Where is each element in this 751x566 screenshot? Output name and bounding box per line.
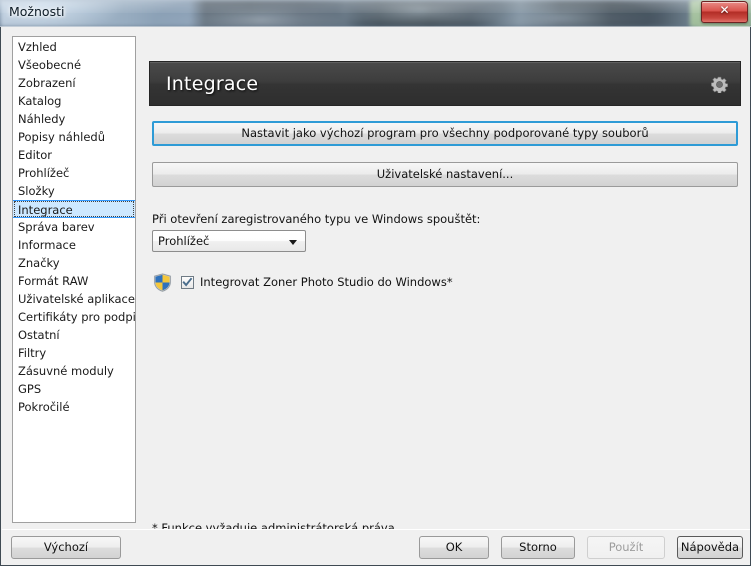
sidebar-item-prohlizec[interactable]: Prohlížeč: [13, 164, 135, 182]
sidebar-item-integrace[interactable]: Integrace: [13, 200, 135, 218]
panel-header: Integrace: [149, 61, 741, 106]
integrate-checkbox[interactable]: [181, 275, 194, 289]
sidebar-item-popisy-nahledu[interactable]: Popisy náhledů: [13, 128, 135, 146]
sidebar-item-informace[interactable]: Informace: [13, 236, 135, 254]
open-registered-type-label: Při otevření zaregistrovaného typu ve Wi…: [152, 212, 481, 226]
settings-category-list[interactable]: Vzhled Všeobecné Zobrazení Katalog Náhle…: [12, 36, 136, 523]
title-bar-sheen: [0, 0, 751, 13]
sidebar-item-vseobecne[interactable]: Všeobecné: [13, 56, 135, 74]
sidebar-item-uzivatelske-aplikace[interactable]: Uživatelské aplikace: [13, 290, 135, 308]
sidebar-item-certifikaty-pro-podpis[interactable]: Certifikáty pro podpis: [13, 308, 135, 326]
sidebar-item-zobrazeni[interactable]: Zobrazení: [13, 74, 135, 92]
sidebar-item-format-raw[interactable]: Formát RAW: [13, 272, 135, 290]
gear-icon[interactable]: [711, 76, 728, 94]
sidebar-item-pokrocile[interactable]: Pokročilé: [13, 398, 135, 416]
uac-shield-icon: [153, 272, 172, 292]
defaults-button[interactable]: Výchozí: [11, 536, 121, 559]
sidebar-item-gps[interactable]: GPS: [13, 380, 135, 398]
sidebar-item-zasuvne-moduly[interactable]: Zásuvné moduly: [13, 362, 135, 380]
dialog-body: Vzhled Všeobecné Zobrazení Katalog Náhle…: [0, 27, 751, 566]
ok-button[interactable]: OK: [419, 536, 489, 559]
apply-button: Použít: [587, 536, 665, 559]
open-registered-type-value: Prohlížeč: [158, 234, 210, 248]
integrate-checkbox-label: Integrovat Zoner Photo Studio do Windows…: [200, 275, 453, 289]
dialog-footer: Výchozí OK Storno Použít Nápověda: [1, 530, 750, 565]
close-icon[interactable]: [701, 1, 748, 23]
sidebar-item-ostatni[interactable]: Ostatní: [13, 326, 135, 344]
sidebar-item-katalog[interactable]: Katalog: [13, 92, 135, 110]
sidebar-item-nahledy[interactable]: Náhledy: [13, 110, 135, 128]
settings-main-panel: Integrace Nastavit jako výchozí program …: [149, 36, 741, 535]
sidebar-item-sprava-barev[interactable]: Správa barev: [13, 218, 135, 236]
window-title: Možnosti: [9, 4, 65, 19]
page-title: Integrace: [166, 73, 259, 95]
cancel-button[interactable]: Storno: [501, 536, 575, 559]
sidebar-item-vzhled[interactable]: Vzhled: [13, 38, 135, 56]
chevron-down-icon: [289, 240, 297, 245]
set-default-program-button[interactable]: Nastavit jako výchozí program pro všechn…: [152, 121, 738, 146]
sidebar-item-slozky[interactable]: Složky: [13, 182, 135, 200]
sidebar-item-editor[interactable]: Editor: [13, 146, 135, 164]
sidebar-item-filtry[interactable]: Filtry: [13, 344, 135, 362]
integrate-row: Integrovat Zoner Photo Studio do Windows…: [153, 271, 453, 293]
user-settings-button[interactable]: Uživatelské nastavení...: [152, 162, 738, 187]
options-dialog-window: Možnosti Vzhled Všeobecné Zobrazení Kata…: [0, 0, 751, 566]
help-button[interactable]: Nápověda: [677, 536, 743, 559]
title-bar[interactable]: Možnosti: [0, 0, 751, 27]
sidebar-item-znacky[interactable]: Značky: [13, 254, 135, 272]
open-registered-type-select[interactable]: Prohlížeč: [152, 230, 306, 252]
